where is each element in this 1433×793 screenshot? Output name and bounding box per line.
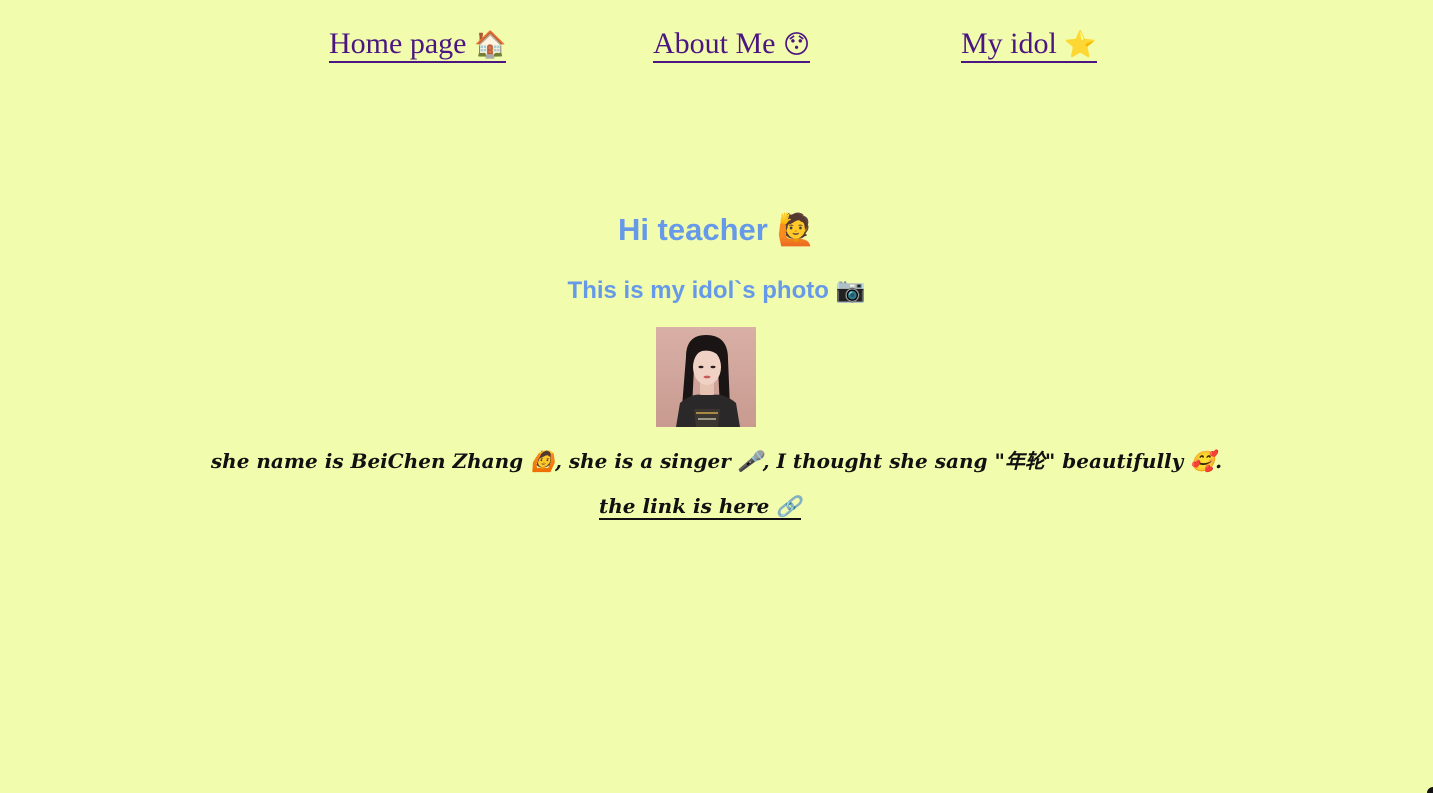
idol-description: she name is BeiChen Zhang 🙆, she is a si…	[210, 449, 1223, 473]
nav-home-label: Home page	[329, 27, 467, 60]
window-corner	[1427, 787, 1433, 793]
idol-link[interactable]: the link is here 🔗	[599, 494, 802, 520]
star-icon: ⭐	[1064, 30, 1097, 60]
idol-photo	[656, 327, 756, 427]
nav-idol-link[interactable]: My idol ⭐	[961, 28, 1097, 63]
photo-subtitle: This is my idol`s photo 📷	[567, 277, 866, 304]
nav-idol-label: My idol	[961, 27, 1057, 60]
nav-about-label: About Me	[653, 27, 776, 60]
nav-about-link[interactable]: About Me 😯	[653, 27, 811, 63]
top-nav: Home page 🏠 About Me 😯 My idol ⭐	[0, 22, 1433, 70]
idol-portrait-image	[656, 327, 756, 427]
nav-home-link[interactable]: Home page 🏠	[329, 27, 507, 63]
page-title: Hi teacher 🙋	[617, 212, 816, 247]
surprised-face-icon: 😯	[783, 30, 811, 60]
house-icon: 🏠	[473, 30, 507, 60]
